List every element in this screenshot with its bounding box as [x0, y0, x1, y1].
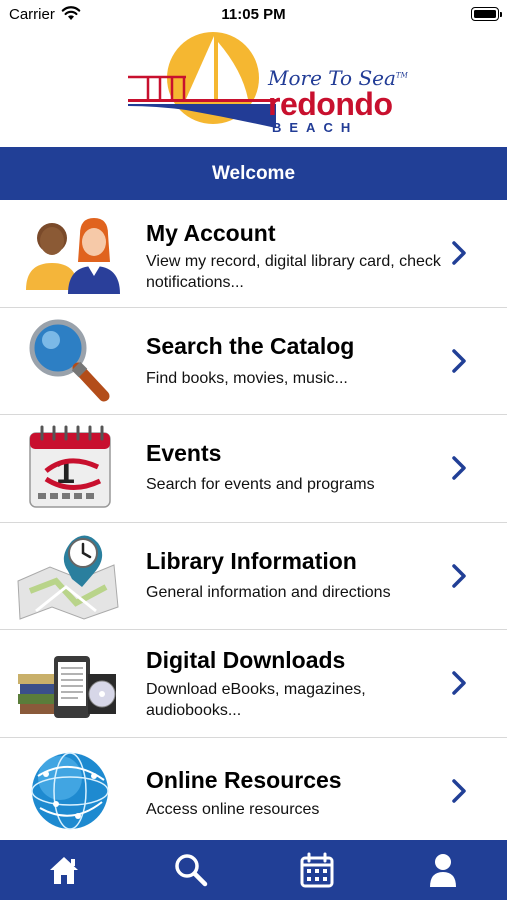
status-bar: Carrier 11:05 PM — [0, 0, 507, 28]
menu-item-description: Find books, movies, music... — [146, 369, 348, 387]
sun-sail-bridge-graphic — [128, 32, 276, 128]
menu-item-description: Access online resources — [146, 800, 320, 818]
menu-item-search-catalog[interactable]: Search the Catalog Find books, movies, m… — [0, 307, 507, 415]
search-icon[interactable] — [173, 852, 209, 888]
menu-item-description: View my record, digital library card, ch… — [146, 253, 441, 291]
menu-item-online-resources[interactable]: Online Resources Access online resources — [0, 737, 507, 845]
logo-beach: BEACH — [272, 120, 359, 135]
chevron-right-icon — [452, 241, 466, 265]
menu-item-library-information[interactable]: Library Information General information … — [0, 522, 507, 630]
menu-item-title: Digital Downloads — [146, 647, 346, 673]
map-clock-icon — [17, 535, 119, 620]
status-time: 11:05 PM — [221, 6, 286, 23]
chevron-right-icon — [452, 779, 466, 803]
ereader-books-icon — [18, 656, 116, 719]
menu-item-title: Events — [146, 440, 222, 466]
menu-item-title: Search the Catalog — [146, 332, 355, 359]
menu-item-title: Online Resources — [146, 766, 342, 793]
chevron-right-icon — [452, 671, 466, 695]
redondo-beach-logo: More To SeaTM redondo BEACH — [126, 28, 408, 138]
menu-item-description: Search for events and programs — [146, 476, 375, 493]
globe-icon — [31, 752, 109, 830]
menu-item-title: My Account — [146, 220, 276, 246]
calendar-icon: 1 — [29, 425, 111, 508]
main-menu: My Account View my record, digital libra… — [0, 200, 507, 845]
home-icon[interactable] — [46, 852, 82, 888]
chevron-right-icon — [452, 456, 466, 480]
welcome-header: Welcome — [0, 147, 507, 200]
menu-item-description: General information and directions — [146, 583, 391, 601]
menu-item-digital-downloads[interactable]: Digital Downloads Download eBooks, magaz… — [0, 630, 507, 738]
chevron-right-icon — [452, 564, 466, 588]
magnifier-icon — [29, 319, 110, 402]
menu-item-title: Library Information — [146, 547, 357, 574]
menu-item-my-account[interactable]: My Account View my record, digital libra… — [0, 200, 507, 308]
person-icon[interactable] — [425, 852, 461, 888]
logo-city: redondo — [268, 86, 393, 122]
account-users-icon — [26, 218, 120, 295]
chevron-right-icon — [452, 349, 466, 373]
menu-item-description: Download eBooks, magazines, audiobooks..… — [146, 681, 366, 719]
tab-bar — [0, 840, 507, 900]
menu-item-events[interactable]: 1 Events Search for events and programs — [0, 415, 507, 523]
battery-icon — [471, 7, 502, 21]
calendar-icon[interactable] — [299, 852, 335, 888]
